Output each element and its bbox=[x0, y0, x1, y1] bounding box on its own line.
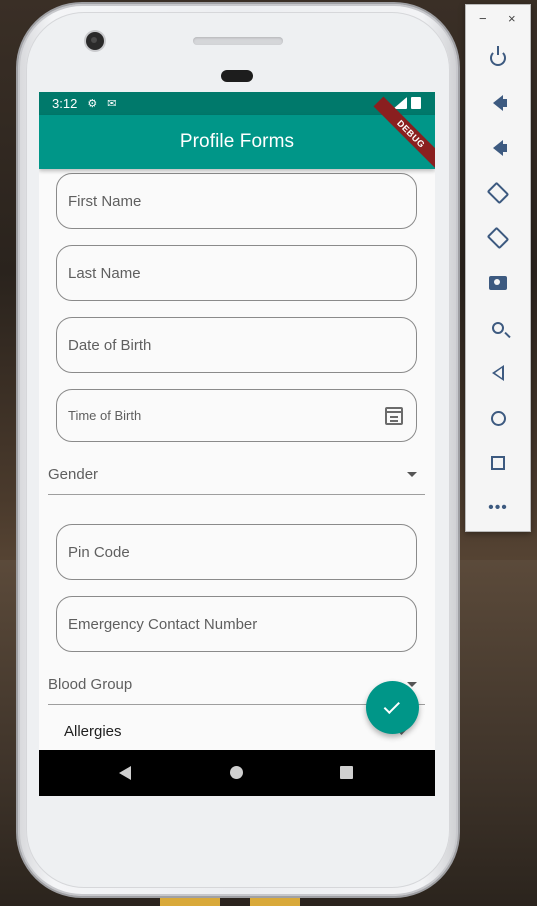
status-time: 3:12 bbox=[52, 96, 78, 111]
overview-button[interactable] bbox=[485, 450, 511, 476]
time-of-birth-field[interactable]: Time of Birth bbox=[56, 389, 417, 442]
app-bar: Profile Forms DEBUG bbox=[39, 96, 435, 172]
date-of-birth-label: Date of Birth bbox=[68, 336, 152, 354]
pin-code-label: Pin Code bbox=[68, 543, 130, 561]
rotate-left-icon bbox=[486, 181, 510, 205]
first-name-field[interactable]: First Name bbox=[56, 173, 417, 229]
rotate-right-icon bbox=[486, 226, 510, 250]
earpiece-speaker bbox=[193, 37, 283, 45]
power-button[interactable] bbox=[485, 45, 511, 71]
volume-up-icon bbox=[493, 95, 507, 111]
back-icon[interactable] bbox=[119, 766, 131, 780]
blood-group-label: Blood Group bbox=[48, 676, 133, 693]
camera-icon bbox=[489, 276, 507, 290]
rotate-right-button[interactable] bbox=[485, 225, 511, 251]
emergency-contact-label: Emergency Contact Number bbox=[68, 615, 258, 633]
volume-down-icon bbox=[493, 140, 507, 156]
emergency-contact-field[interactable]: Emergency Contact Number bbox=[56, 596, 417, 652]
last-name-label: Last Name bbox=[68, 264, 141, 282]
wifi-icon bbox=[393, 97, 407, 109]
power-icon bbox=[490, 46, 506, 66]
recents-icon[interactable] bbox=[340, 766, 353, 779]
last-name-field[interactable]: Last Name bbox=[56, 245, 417, 301]
page-title: Profile Forms bbox=[179, 131, 295, 152]
first-name-label: First Name bbox=[68, 192, 142, 210]
submit-fab-button[interactable] bbox=[366, 681, 419, 734]
proximity-sensor bbox=[221, 70, 253, 82]
allergies-expander[interactable]: Allergies bbox=[64, 719, 409, 743]
more-button[interactable]: ••• bbox=[485, 495, 511, 521]
emulator-back-button[interactable] bbox=[485, 360, 511, 386]
form-scroll-area[interactable]: First Name Last Name Date of Birth Time … bbox=[39, 169, 435, 750]
close-button[interactable]: × bbox=[508, 11, 516, 26]
calendar-icon[interactable] bbox=[385, 407, 403, 425]
volume-down-button[interactable] bbox=[485, 135, 511, 161]
date-of-birth-field[interactable]: Date of Birth bbox=[56, 317, 417, 373]
volume-up-button[interactable] bbox=[485, 90, 511, 116]
gender-dropdown[interactable]: Gender bbox=[48, 455, 425, 495]
time-of-birth-label: Time of Birth bbox=[68, 408, 142, 423]
more-icon: ••• bbox=[488, 499, 508, 516]
emulator-home-button[interactable] bbox=[485, 405, 511, 431]
zoom-button[interactable] bbox=[485, 315, 511, 341]
minimize-button[interactable]: − bbox=[479, 11, 487, 26]
road-marking bbox=[250, 895, 300, 906]
notification-icon: ✉ bbox=[107, 98, 117, 110]
battery-icon bbox=[411, 97, 421, 109]
phone-screen: 3:12 ⚙ ✉ Profile Forms DEBUG First Name … bbox=[39, 92, 435, 796]
settings-icon: ⚙ bbox=[87, 98, 98, 110]
emulator-toolbar: − × ••• bbox=[465, 4, 531, 532]
gender-label: Gender bbox=[48, 466, 99, 483]
home-icon bbox=[490, 410, 506, 426]
pin-code-field[interactable]: Pin Code bbox=[56, 524, 417, 580]
road-marking bbox=[160, 895, 220, 906]
check-icon bbox=[383, 697, 400, 714]
home-icon[interactable] bbox=[230, 766, 243, 779]
screenshot-button[interactable] bbox=[485, 270, 511, 296]
front-camera-icon bbox=[86, 32, 104, 50]
back-icon bbox=[492, 365, 504, 381]
status-icons bbox=[393, 97, 421, 109]
allergies-label: Allergies bbox=[64, 722, 122, 740]
overview-icon bbox=[491, 456, 505, 470]
rotate-left-button[interactable] bbox=[485, 180, 511, 206]
zoom-icon bbox=[492, 322, 504, 334]
dropdown-arrow-icon bbox=[407, 472, 417, 477]
navigation-bar bbox=[39, 750, 435, 796]
